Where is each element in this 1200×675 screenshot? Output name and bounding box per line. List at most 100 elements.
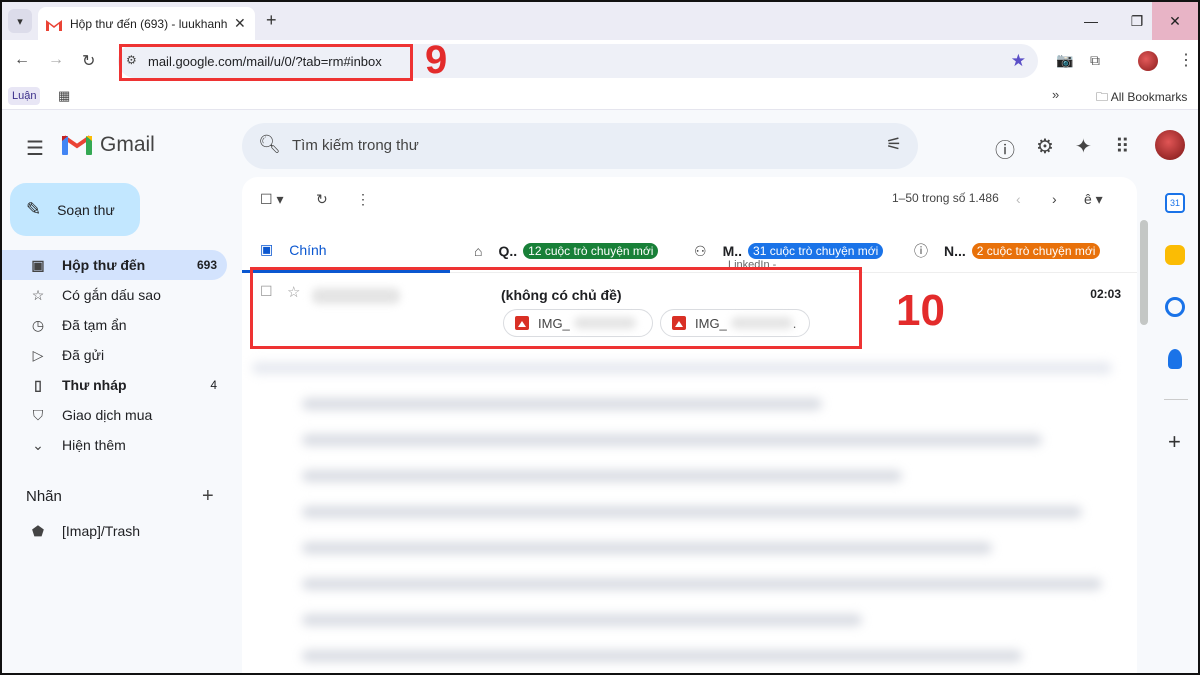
bookmark-star-icon[interactable]: ★ [1011,51,1026,71]
tab-updates-label: N... [944,243,966,259]
gmail-favicon-icon [46,18,62,31]
sidebar-item-label: Hiện thêm [62,437,126,453]
drafts-count: 4 [210,378,217,392]
sidebar-item-starred[interactable]: ☆ Có gắn dấu sao [2,280,227,310]
mail-list-scrollbar[interactable] [1140,220,1148,325]
labels-header: Nhãn [26,488,62,505]
search-icon[interactable]: 🔍︎ [258,134,281,155]
close-window-button[interactable]: ✕ [1152,2,1198,40]
browser-tab-gmail[interactable]: Hộp thư đến (693) - luukhanh6 ✕ [38,7,255,40]
sidebar-item-snoozed[interactable]: ◷ Đã tạm ẩn [2,310,227,340]
inbox-tab-icon: ▣ [260,241,274,257]
sidebar-item-purchases[interactable]: ⛉ Giao dịch mua [2,400,227,430]
sidebar-item-label: Thư nháp [62,377,127,393]
add-addon-plus-icon[interactable]: + [1168,429,1181,455]
add-label-plus-icon[interactable]: + [202,485,214,508]
reload-icon[interactable]: ↻ [82,51,95,71]
gmail-logo-text[interactable]: Gmail [100,133,155,157]
promotions-new-badge: 12 cuộc trò chuyện mới [523,243,659,259]
extensions-icon[interactable]: ⧉ [1090,52,1100,69]
gemini-sparkle-icon[interactable]: ✦ [1075,134,1092,159]
blurred-email-list [242,350,1137,673]
email-time: 02:03 [1090,287,1121,301]
pagination-text: 1–50 trong số 1.486 [892,191,999,205]
keep-icon[interactable] [1165,245,1185,265]
bookmark-luan[interactable]: Luận [8,87,41,105]
sidebar-item-more[interactable]: ⌄ Hiện thêm [2,430,227,460]
sidebar-item-inbox[interactable]: ▣ Hộp thư đến 693 [2,250,227,280]
inbox-icon: ▣ [31,256,45,273]
forward-arrow-icon[interactable]: → [48,51,64,69]
tab-social-label: M.. [722,243,743,259]
bookmarks-bar: Luận ▦ » 🗀 All Bookmarks [2,82,1198,110]
clock-icon: ◷ [31,316,45,333]
compose-label: Soạn thư [57,201,115,218]
tab-title: Hộp thư đến (693) - luukhanh6 [70,16,228,31]
calendar-icon[interactable]: 31 [1165,193,1185,213]
tab-updates[interactable]: ⓘ N... 2 cuộc trò chuyện mới [914,229,1134,273]
sidebar-item-label: Đã tạm ẩn [62,317,127,333]
account-avatar[interactable] [1155,130,1185,160]
camera-icon[interactable]: 📷 [1056,52,1073,69]
new-tab-button[interactable]: + [266,10,277,31]
social-new-badge: 31 cuộc trò chuyện mới [748,243,884,259]
compose-button[interactable]: ✎ Soạn thư [10,183,140,236]
side-apps-panel: 31 + [1154,177,1198,673]
updates-new-badge: 2 cuộc trò chuyện mới [971,243,1101,259]
main-menu-icon[interactable]: ☰ [26,136,44,161]
bookmarks-overflow-icon[interactable]: » [1052,87,1059,102]
prev-page-icon[interactable]: ‹ [1016,191,1021,207]
annotation-step-10: 10 [896,286,945,335]
help-icon[interactable]: ⓘ [995,134,1015,163]
folder-icon: 🗀 [1096,90,1109,104]
tab-close-icon[interactable]: ✕ [234,15,246,32]
back-arrow-icon[interactable]: ← [14,51,30,69]
all-bookmarks-label: All Bookmarks [1110,90,1188,104]
tasks-icon[interactable] [1165,297,1185,317]
mail-search-bar[interactable]: 🔍︎ Tìm kiếm trong thư ⚟ [242,123,918,169]
next-page-icon[interactable]: › [1052,191,1057,207]
google-apps-icon[interactable]: ⠿ [1115,134,1130,159]
more-actions-icon[interactable]: ⋮ [356,191,370,208]
sidebar-item-label: Giao dịch mua [62,407,153,423]
annotation-step-9: 9 [425,38,448,82]
settings-gear-icon[interactable]: ⚙ [1036,134,1054,159]
annotation-box-url [119,44,413,81]
profile-avatar-small[interactable] [1138,51,1158,71]
shopping-bag-icon: ⛉ [32,406,44,423]
search-options-icon[interactable]: ⚟ [886,134,902,155]
gmail-logo-icon[interactable] [62,133,92,155]
draft-icon: ▯ [34,376,42,393]
tab-primary-label: Chính [289,241,327,258]
browser-menu-icon[interactable]: ⋮ [1178,50,1194,70]
pencil-icon: ✎ [26,199,42,219]
all-bookmarks-button[interactable]: 🗀 All Bookmarks [1096,88,1187,109]
minimize-button[interactable]: — [1068,2,1114,40]
side-panel-divider [1164,399,1188,400]
screenshot-frame: ▾ Hộp thư đến (693) - luukhanh6 ✕ + — ❐ … [0,0,1200,675]
browser-tab-bar: ▾ Hộp thư đến (693) - luukhanh6 ✕ + — ❐ … [2,2,1198,40]
chevron-down-icon: ⌄ [32,436,44,453]
input-tools-icon[interactable]: ê ▾ [1084,191,1103,208]
refresh-icon[interactable]: ↻ [316,191,328,208]
sidebar-item-label: Có gắn dấu sao [62,287,161,303]
select-all-checkbox[interactable]: ☐ ▾ [260,191,283,208]
search-placeholder[interactable]: Tìm kiếm trong thư [292,137,419,154]
tab-promotions-label: Q.. [498,243,518,259]
sidebar-item-label: [Imap]/Trash [62,523,141,539]
sidebar-item-label: Hộp thư đến [62,257,146,273]
sidebar-item-sent[interactable]: ▷ Đã gửi [2,340,227,370]
annotation-box-email [250,267,862,349]
sidebar-item-imap-trash[interactable]: ⬟ [Imap]/Trash [2,516,227,546]
contacts-icon[interactable] [1168,349,1182,369]
apps-grid-icon[interactable]: ▦ [58,88,70,104]
send-icon: ▷ [32,346,44,363]
inbox-count: 693 [196,258,217,272]
star-icon: ☆ [31,286,45,303]
tab-search-button[interactable]: ▾ [8,9,32,33]
tag-icon: ⌂ [474,243,483,259]
info-icon: ⓘ [914,243,928,259]
label-icon: ⬟ [31,522,45,539]
sidebar-item-drafts[interactable]: ▯ Thư nháp 4 [2,370,227,400]
people-icon: ⚇ [694,242,707,259]
